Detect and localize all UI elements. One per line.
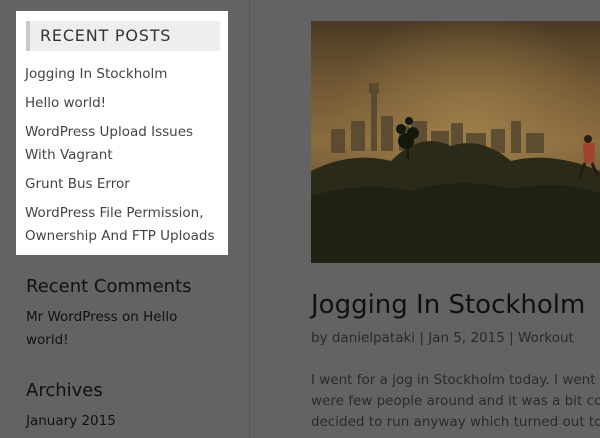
meta-separator: |: [419, 330, 424, 346]
post-date: Jan 5, 2015: [428, 330, 505, 346]
post-excerpt: I went for a jog in Stockholm today. I w…: [311, 370, 600, 433]
meta-separator: |: [509, 330, 514, 346]
category-link[interactable]: Workout: [518, 330, 574, 346]
recent-posts-list: Jogging In Stockholm Hello world! WordPr…: [25, 63, 225, 248]
recent-post-link[interactable]: Jogging In Stockholm: [25, 63, 225, 86]
city-skyline-image: [311, 21, 600, 263]
comment-on-text: on: [122, 309, 139, 325]
recent-post-link[interactable]: WordPress Upload Issues With Vagrant: [25, 121, 225, 167]
archives-heading: Archives: [26, 380, 103, 401]
excerpt-line: decided to run anyway which turned out t…: [311, 414, 600, 430]
recent-post-link[interactable]: WordPress File Permission, Ownership And…: [25, 202, 225, 248]
post-meta: by danielpataki | Jan 5, 2015 | Workout: [311, 330, 574, 346]
sidebar-divider: [249, 0, 250, 438]
list-item: WordPress Upload Issues With Vagrant: [25, 121, 225, 167]
author-link[interactable]: danielpataki: [332, 330, 415, 346]
excerpt-line: I went for a jog in Stockholm today. I w…: [311, 372, 600, 388]
recent-posts-heading: RECENT POSTS: [26, 21, 220, 51]
list-item: Grunt Bus Error: [25, 173, 225, 196]
list-item: WordPress File Permission, Ownership And…: [25, 202, 225, 248]
recent-comment: Mr WordPress on Hello world!: [26, 306, 216, 352]
list-item: Jogging In Stockholm: [25, 63, 225, 86]
excerpt-line: were few people around and it was a bit …: [311, 393, 600, 409]
recent-posts-widget: RECENT POSTS Jogging In Stockholm Hello …: [16, 11, 228, 255]
list-item: Hello world!: [25, 92, 225, 115]
post-title[interactable]: Jogging In Stockholm: [311, 290, 585, 320]
archive-link[interactable]: January 2015: [26, 410, 116, 433]
recent-post-link[interactable]: Hello world!: [25, 92, 225, 115]
comment-author-link[interactable]: Mr WordPress: [26, 309, 118, 325]
recent-post-link[interactable]: Grunt Bus Error: [25, 173, 225, 196]
recent-comments-heading: Recent Comments: [26, 276, 192, 297]
sidebar: RECENT POSTS Jogging In Stockholm Hello …: [0, 0, 250, 438]
meta-by: by: [311, 330, 328, 346]
post-featured-image[interactable]: [311, 21, 600, 263]
